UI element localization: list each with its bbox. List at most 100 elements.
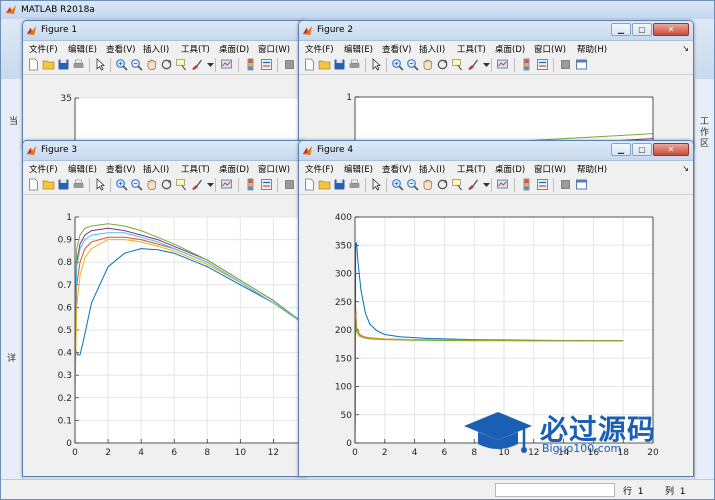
- save-icon[interactable]: [333, 178, 346, 191]
- menu-item[interactable]: 编辑(E): [68, 43, 97, 55]
- rotate-icon[interactable]: [160, 58, 173, 71]
- menu-item[interactable]: 工具(T): [457, 163, 486, 175]
- legend-icon[interactable]: [536, 178, 549, 191]
- brush-icon[interactable]: [466, 58, 479, 71]
- open-folder-icon[interactable]: [318, 178, 331, 191]
- colorbar-icon[interactable]: [520, 178, 533, 191]
- hide-tools-icon[interactable]: [283, 58, 296, 71]
- workspace-panel-strip[interactable]: 工作区: [694, 79, 714, 479]
- current-folder-panel-strip[interactable]: 当: [1, 79, 23, 479]
- colorbar-icon[interactable]: [244, 178, 257, 191]
- menu-item[interactable]: 文件(F): [305, 43, 334, 55]
- menu-item[interactable]: 帮助(H): [577, 43, 607, 55]
- zoom-out-icon[interactable]: [406, 178, 419, 191]
- close-button[interactable]: ✕: [653, 143, 689, 156]
- zoom-in-icon[interactable]: [115, 58, 128, 71]
- menu-item[interactable]: 文件(F): [29, 43, 58, 55]
- link-plot-icon[interactable]: [220, 178, 233, 191]
- menu-item[interactable]: 文件(F): [305, 163, 334, 175]
- pointer-icon[interactable]: [94, 58, 107, 71]
- data-cursor-icon[interactable]: [451, 58, 464, 71]
- menu-item[interactable]: 窗口(W): [258, 43, 290, 55]
- hide-tools-icon[interactable]: [559, 58, 572, 71]
- colorbar-icon[interactable]: [520, 58, 533, 71]
- print-icon[interactable]: [348, 58, 361, 71]
- new-file-icon[interactable]: [27, 178, 40, 191]
- menu-overflow-icon[interactable]: ↘: [682, 164, 689, 173]
- link-plot-icon[interactable]: [496, 58, 509, 71]
- close-button[interactable]: ✕: [653, 23, 689, 36]
- figure-titlebar[interactable]: Figure 1: [23, 21, 306, 41]
- pan-icon[interactable]: [145, 178, 158, 191]
- zoom-out-icon[interactable]: [130, 178, 143, 191]
- menu-item[interactable]: 文件(F): [29, 163, 58, 175]
- pointer-icon[interactable]: [370, 58, 383, 71]
- menu-item[interactable]: 查看(V): [106, 43, 135, 55]
- legend-icon[interactable]: [260, 58, 273, 71]
- menu-item[interactable]: 插入(I): [419, 163, 445, 175]
- menu-item[interactable]: 编辑(E): [68, 163, 97, 175]
- menu-item[interactable]: 工具(T): [181, 163, 210, 175]
- maximize-button[interactable]: ▢: [632, 143, 652, 156]
- print-icon[interactable]: [72, 178, 85, 191]
- pointer-icon[interactable]: [94, 178, 107, 191]
- print-icon[interactable]: [72, 58, 85, 71]
- save-icon[interactable]: [57, 58, 70, 71]
- pan-icon[interactable]: [145, 58, 158, 71]
- menu-item[interactable]: 桌面(D): [495, 43, 525, 55]
- menu-item[interactable]: 工具(T): [457, 43, 486, 55]
- minimize-button[interactable]: ▁: [611, 23, 631, 36]
- data-cursor-icon[interactable]: [451, 178, 464, 191]
- menu-item[interactable]: 窗口(W): [258, 163, 290, 175]
- menu-item[interactable]: 窗口(W): [534, 43, 566, 55]
- menu-item[interactable]: 帮助(H): [577, 163, 607, 175]
- hide-tools-icon[interactable]: [559, 178, 572, 191]
- menu-item[interactable]: 编辑(E): [344, 43, 373, 55]
- menu-item[interactable]: 插入(I): [419, 43, 445, 55]
- zoom-out-icon[interactable]: [406, 58, 419, 71]
- link-plot-icon[interactable]: [220, 58, 233, 71]
- menu-item[interactable]: 窗口(W): [534, 163, 566, 175]
- menu-item[interactable]: 查看(V): [382, 163, 411, 175]
- menu-item[interactable]: 桌面(D): [219, 43, 249, 55]
- brush-icon[interactable]: [190, 58, 203, 71]
- legend-icon[interactable]: [536, 58, 549, 71]
- brush-icon[interactable]: [190, 178, 203, 191]
- open-folder-icon[interactable]: [42, 58, 55, 71]
- figure-1-window[interactable]: Figure 1 文件(F) 编辑(E) 查看(V) 插入(I) 工具(T) 桌面(D) 窗口…: [22, 20, 307, 150]
- legend-icon[interactable]: [260, 178, 273, 191]
- open-folder-icon[interactable]: [318, 58, 331, 71]
- new-file-icon[interactable]: [303, 58, 316, 71]
- zoom-in-icon[interactable]: [391, 58, 404, 71]
- zoom-in-icon[interactable]: [115, 178, 128, 191]
- dock-icon[interactable]: [575, 178, 588, 191]
- open-folder-icon[interactable]: [42, 178, 55, 191]
- data-cursor-icon[interactable]: [175, 58, 188, 71]
- rotate-icon[interactable]: [160, 178, 173, 191]
- menu-item[interactable]: 插入(I): [143, 163, 169, 175]
- dock-icon[interactable]: [575, 58, 588, 71]
- minimize-button[interactable]: ▁: [611, 143, 631, 156]
- rotate-icon[interactable]: [436, 58, 449, 71]
- figure-3-window[interactable]: Figure 3 文件(F) 编辑(E) 查看(V) 插入(I) 工具(T) 桌面(D) 窗口…: [22, 140, 307, 477]
- pan-icon[interactable]: [421, 58, 434, 71]
- print-icon[interactable]: [348, 178, 361, 191]
- hide-tools-icon[interactable]: [283, 178, 296, 191]
- menu-item[interactable]: 插入(I): [143, 43, 169, 55]
- save-icon[interactable]: [333, 58, 346, 71]
- zoom-in-icon[interactable]: [391, 178, 404, 191]
- new-file-icon[interactable]: [27, 58, 40, 71]
- menu-item[interactable]: 桌面(D): [495, 163, 525, 175]
- figure-2-window[interactable]: Figure 2 ▁ ▢ ✕ 文件(F) 编辑(E) 查看(V) 插入(I) 工具(T) 桌面(D…: [298, 20, 694, 150]
- menu-item[interactable]: 查看(V): [106, 163, 135, 175]
- menu-item[interactable]: 编辑(E): [344, 163, 373, 175]
- pan-icon[interactable]: [421, 178, 434, 191]
- figure-titlebar[interactable]: Figure 2 ▁ ▢ ✕: [299, 21, 693, 41]
- colorbar-icon[interactable]: [244, 58, 257, 71]
- link-plot-icon[interactable]: [496, 178, 509, 191]
- data-cursor-icon[interactable]: [175, 178, 188, 191]
- maximize-button[interactable]: ▢: [632, 23, 652, 36]
- figure-titlebar[interactable]: Figure 3: [23, 141, 306, 161]
- menu-item[interactable]: 工具(T): [181, 43, 210, 55]
- save-icon[interactable]: [57, 178, 70, 191]
